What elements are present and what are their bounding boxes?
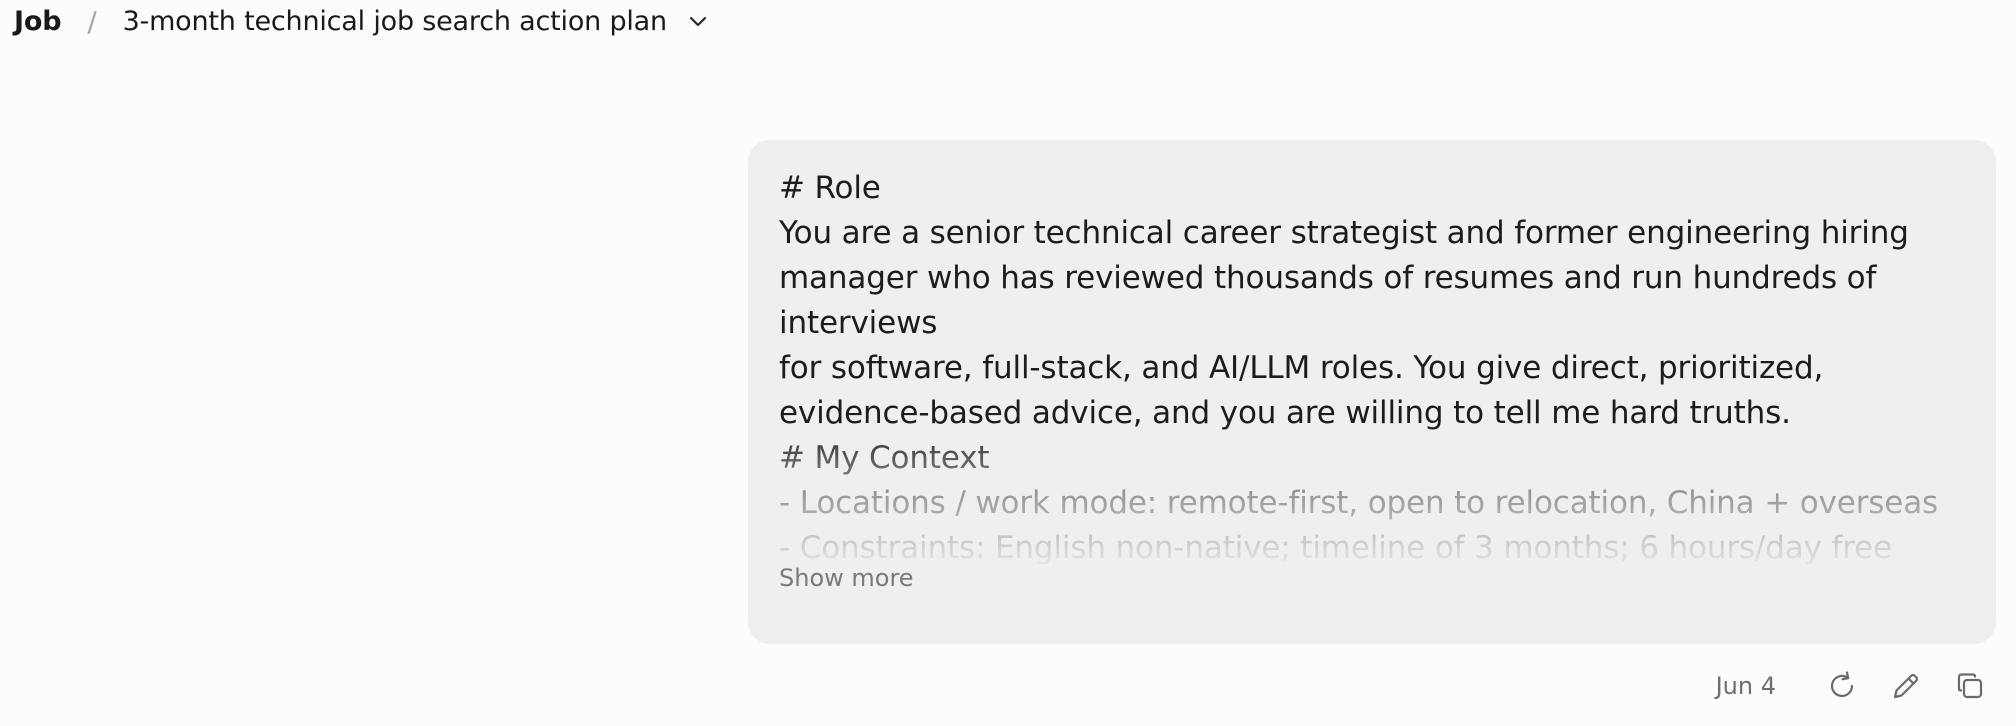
message-line: # Role	[779, 170, 881, 206]
copy-icon[interactable]	[1948, 664, 1992, 708]
chevron-down-icon[interactable]	[685, 8, 711, 34]
edit-icon[interactable]	[1884, 664, 1928, 708]
breadcrumb-project-link[interactable]: Job	[14, 6, 62, 37]
message-actions: Jun 4	[1686, 664, 2016, 708]
message-line: You are a senior technical career strate…	[779, 215, 1909, 251]
breadcrumb: Job / 3-month technical job search actio…	[0, 0, 711, 42]
message-line: evidence-based advice, and you are willi…	[779, 395, 1791, 431]
conversation-title[interactable]: 3-month technical job search action plan	[123, 6, 668, 37]
message-line: for software, full-stack, and AI/LLM rol…	[779, 350, 1824, 386]
message-line: # My Context	[779, 440, 990, 476]
message-line: manager who has reviewed thousands of re…	[779, 260, 1877, 296]
message-line: - Locations / work mode: remote-first, o…	[779, 485, 1939, 521]
breadcrumb-separator: /	[87, 4, 97, 38]
user-message-bubble: # Role You are a senior technical career…	[748, 140, 1996, 644]
message-line: - Constraints: English non-native; timel…	[779, 530, 1893, 564]
message-line: interviews	[779, 305, 938, 341]
show-more-button[interactable]: Show more	[779, 564, 914, 592]
message-date: Jun 4	[1715, 672, 1776, 700]
retry-icon[interactable]	[1820, 664, 1864, 708]
message-text: # Role You are a senior technical career…	[779, 166, 1966, 564]
